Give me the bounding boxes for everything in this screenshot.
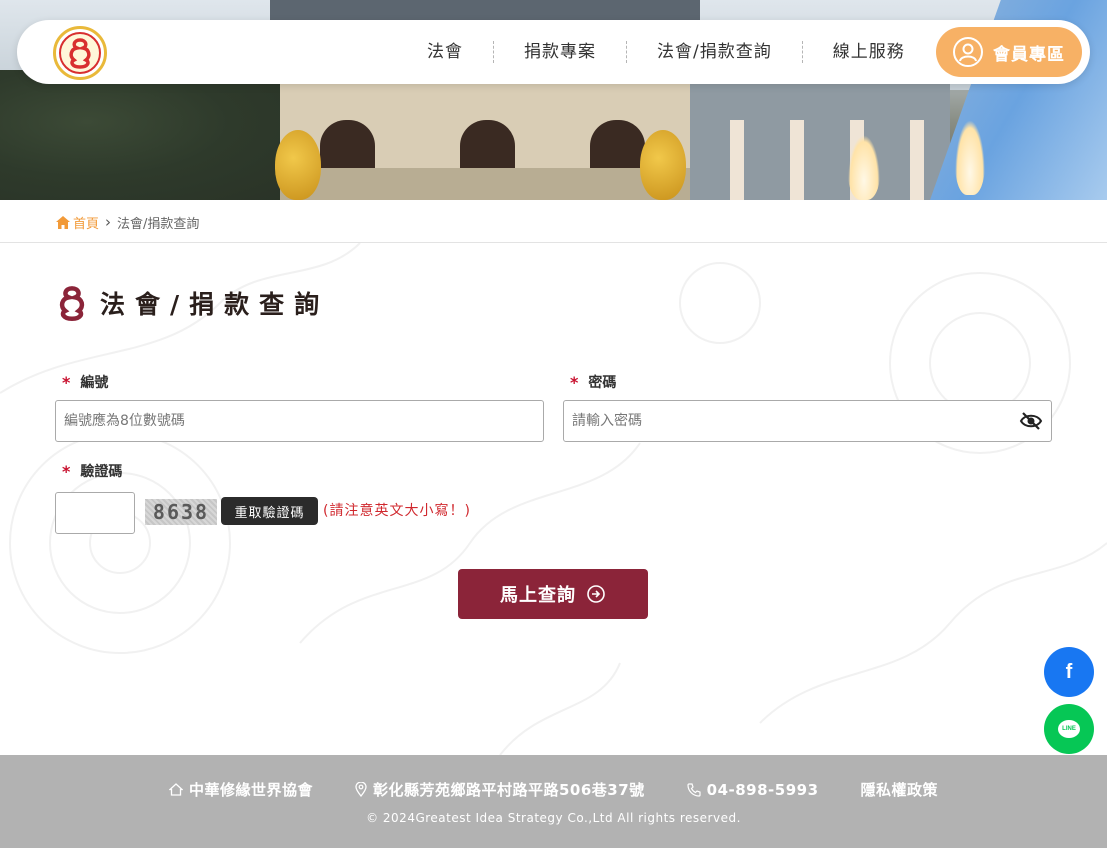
map-pin-icon xyxy=(355,782,367,797)
phone-icon xyxy=(687,782,701,797)
number-label-text: 編號 xyxy=(80,375,109,391)
footer-privacy-link[interactable]: 隱私權政策 xyxy=(861,779,939,800)
home-outline-icon xyxy=(168,783,183,796)
hero-flame xyxy=(955,120,985,195)
site-header: 法會 捐款專案 法會/捐款查詢 線上服務 會員專區 xyxy=(17,20,1090,84)
captcha-label-text: 驗證碼 xyxy=(80,464,123,480)
facebook-icon: f xyxy=(1065,660,1073,683)
breadcrumb-home[interactable]: 首頁 xyxy=(56,213,99,232)
chevron-right-icon: › xyxy=(105,213,112,231)
submit-query-button[interactable]: 馬上查詢 xyxy=(458,569,648,619)
footer-address: 彰化縣芳苑鄉路平村路平路506巷37號 xyxy=(355,779,645,800)
user-icon xyxy=(953,37,983,67)
captcha-image: 8638 xyxy=(145,499,217,525)
member-area-button[interactable]: 會員專區 xyxy=(936,27,1082,77)
required-mark: * xyxy=(62,461,71,481)
page-title: 法會/捐款查詢 xyxy=(56,285,329,321)
required-mark: * xyxy=(62,372,71,392)
page-title-text: 法會/捐款查詢 xyxy=(100,290,330,319)
captcha-input[interactable] xyxy=(55,492,135,534)
nav-item-online-service[interactable]: 線上服務 xyxy=(803,41,935,63)
hero-trees xyxy=(0,70,290,200)
arrow-right-circle-icon xyxy=(587,585,605,603)
hero-gourd xyxy=(640,130,686,200)
password-input[interactable] xyxy=(563,400,1052,442)
password-label-text: 密碼 xyxy=(588,375,617,391)
line-icon: LINE xyxy=(1058,720,1080,738)
hero-temple xyxy=(280,80,700,200)
hero-gourd xyxy=(275,130,321,200)
member-area-label: 會員專區 xyxy=(993,44,1065,65)
association-mark-icon xyxy=(59,286,85,321)
nav-item-donation-projects[interactable]: 捐款專案 xyxy=(494,41,627,63)
footer-info-row: 中華修緣世界協會 彰化縣芳苑鄉路平村路平路506巷37號 04-898-5993… xyxy=(0,779,1107,800)
footer-org: 中華修緣世界協會 xyxy=(168,779,313,800)
breadcrumb-current: 法會/捐款查詢 xyxy=(117,216,200,232)
footer-copyright: © 2024Greatest Idea Strategy Co.,Ltd All… xyxy=(366,811,741,825)
eye-off-icon[interactable] xyxy=(1019,410,1043,432)
main-nav: 法會 捐款專案 法會/捐款查詢 線上服務 xyxy=(397,20,935,84)
password-label: * 密碼 xyxy=(570,372,616,392)
submit-query-label: 馬上查詢 xyxy=(500,585,576,606)
number-input[interactable] xyxy=(55,400,544,442)
footer-phone[interactable]: 04-898-5993 xyxy=(687,779,819,800)
nav-item-query[interactable]: 法會/捐款查詢 xyxy=(627,41,803,63)
breadcrumb-home-label: 首頁 xyxy=(73,216,100,232)
breadcrumb: 首頁 › 法會/捐款查詢 xyxy=(56,212,199,232)
required-mark: * xyxy=(570,372,579,392)
association-logo-icon[interactable] xyxy=(53,26,107,80)
captcha-label: * 驗證碼 xyxy=(62,461,122,481)
facebook-button[interactable]: f xyxy=(1044,647,1094,697)
breadcrumb-divider xyxy=(0,242,1107,243)
hero-temple-roof xyxy=(270,0,700,20)
home-icon xyxy=(56,215,70,229)
number-label: * 編號 xyxy=(62,372,108,392)
hero-flame xyxy=(848,135,880,200)
line-button[interactable]: LINE xyxy=(1044,704,1094,754)
site-footer: 中華修緣世界協會 彰化縣芳苑鄉路平村路平路506巷37號 04-898-5993… xyxy=(0,755,1107,848)
case-sensitive-hint: (請注意英文大小寫！) xyxy=(323,503,471,519)
nav-item-fahui[interactable]: 法會 xyxy=(397,41,494,63)
refresh-captcha-button[interactable]: 重取驗證碼 xyxy=(221,497,318,525)
